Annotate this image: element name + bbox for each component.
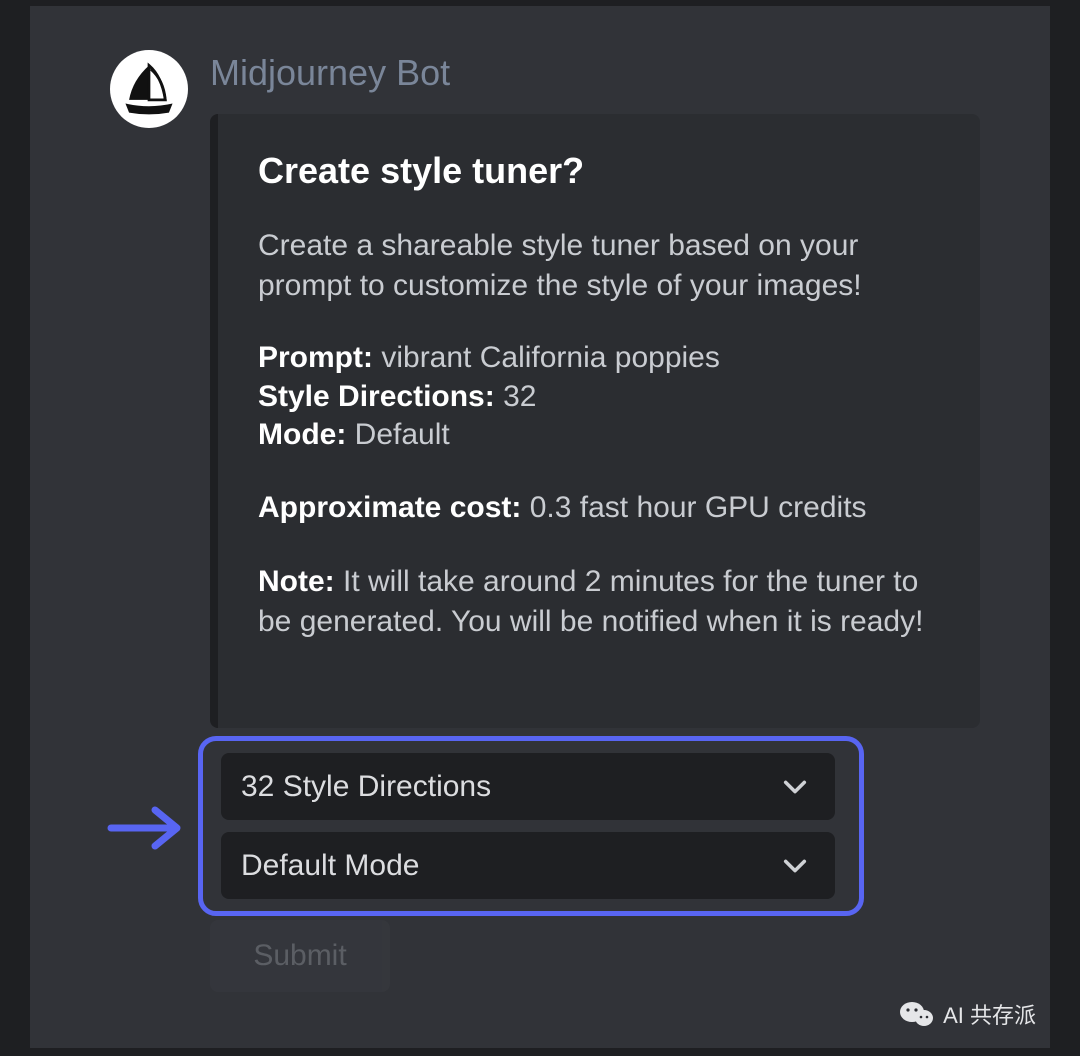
arrow-right-icon xyxy=(107,804,185,852)
style-directions-select-label: 32 Style Directions xyxy=(241,770,491,804)
embed-title: Create style tuner? xyxy=(258,150,940,192)
field-mode: Mode: Default xyxy=(258,416,940,454)
field-note-value: It will take around 2 minutes for the tu… xyxy=(258,565,923,638)
watermark-text: AI 共存派 xyxy=(943,998,1036,1030)
mode-select-label: Default Mode xyxy=(241,849,419,883)
chat-message-area: Midjourney Bot Create style tuner? Creat… xyxy=(30,6,1050,1048)
field-note-label: Note: xyxy=(258,565,335,598)
field-prompt: Prompt: vibrant California poppies xyxy=(258,339,940,377)
bot-username: Midjourney Bot xyxy=(210,52,450,94)
field-cost-label: Approximate cost: xyxy=(258,491,521,524)
sailboat-icon xyxy=(120,60,178,118)
field-style-directions-label: Style Directions: xyxy=(258,380,495,413)
chevron-down-icon xyxy=(781,773,809,801)
field-cost: Approximate cost: 0.3 fast hour GPU cred… xyxy=(258,488,940,528)
dropdowns-highlight-box: 32 Style Directions Default Mode xyxy=(198,736,864,916)
field-mode-value: Default xyxy=(355,418,450,451)
field-mode-label: Mode: xyxy=(258,418,346,451)
embed-card: Create style tuner? Create a shareable s… xyxy=(210,114,980,728)
annotation-arrow xyxy=(106,802,186,854)
watermark: AI 共存派 xyxy=(899,998,1036,1030)
field-note: Note: It will take around 2 minutes for … xyxy=(258,562,940,641)
bot-avatar xyxy=(110,50,188,128)
field-style-directions-value: 32 xyxy=(503,380,536,413)
embed-description: Create a shareable style tuner based on … xyxy=(258,226,940,305)
field-style-directions: Style Directions: 32 xyxy=(258,378,940,416)
field-cost-value: 0.3 fast hour GPU credits xyxy=(530,491,867,524)
field-prompt-label: Prompt: xyxy=(258,341,373,374)
app-window: Midjourney Bot Create style tuner? Creat… xyxy=(0,0,1080,1056)
style-directions-select[interactable]: 32 Style Directions xyxy=(221,753,835,820)
mode-select[interactable]: Default Mode xyxy=(221,832,835,899)
submit-button-label: Submit xyxy=(253,939,346,973)
field-prompt-value: vibrant California poppies xyxy=(381,341,720,374)
embed-fields: Prompt: vibrant California poppies Style… xyxy=(258,339,940,454)
submit-button[interactable]: Submit xyxy=(210,920,390,992)
chevron-down-icon xyxy=(781,852,809,880)
wechat-icon xyxy=(899,1000,935,1028)
